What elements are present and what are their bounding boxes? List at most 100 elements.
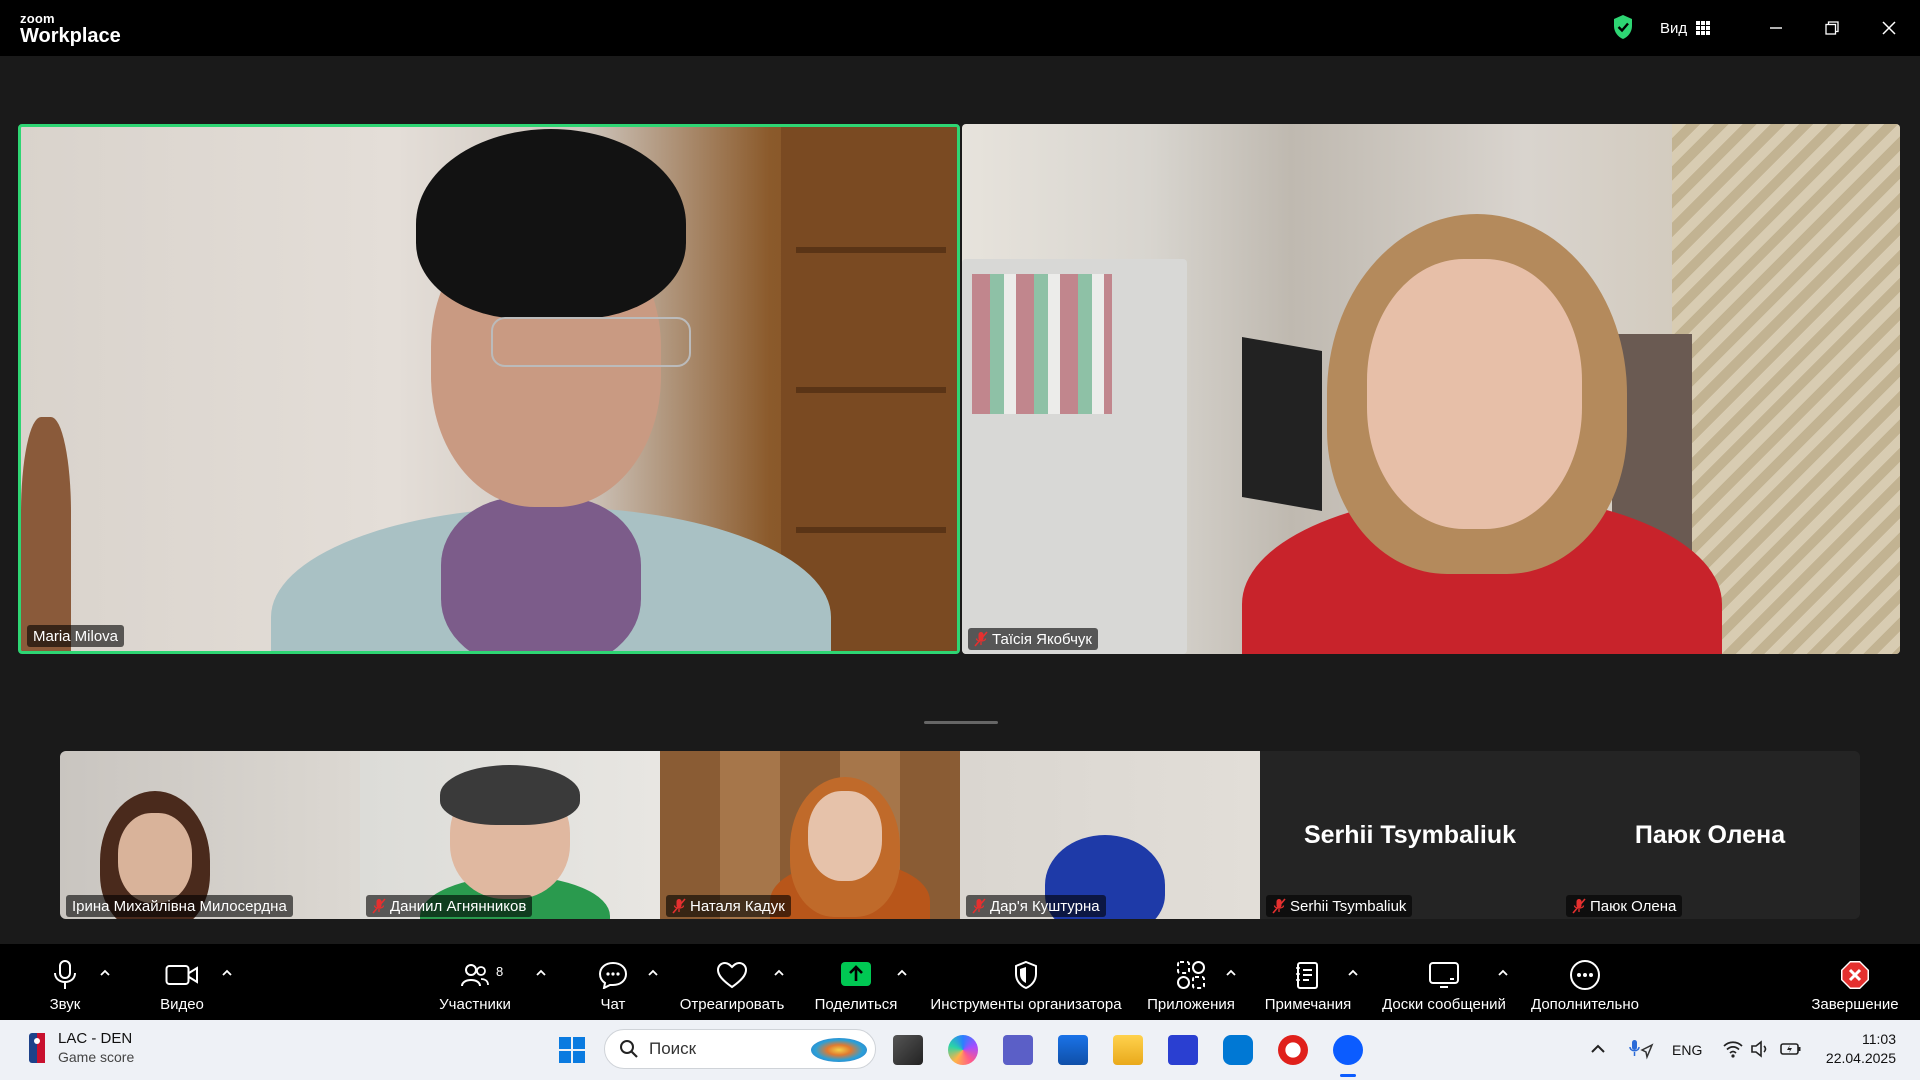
microsoft-store-icon[interactable]	[1058, 1035, 1088, 1065]
shelf-board	[796, 527, 946, 533]
task-view-icon[interactable]	[893, 1035, 923, 1065]
name-tag: Serhii Tsymbaliuk	[1266, 895, 1413, 917]
teams-icon[interactable]	[1003, 1035, 1033, 1065]
participants-label: Участники	[439, 996, 511, 1013]
apps-label: Приложения	[1147, 996, 1235, 1013]
participant-name: Наталя Кадук	[690, 897, 785, 915]
volume-icon[interactable]	[1750, 1040, 1770, 1058]
participant-name: Даниил Агнянников	[390, 897, 527, 915]
participant-name: Ірина Михайлівна Милосердна	[72, 897, 287, 915]
gallery-resize-handle[interactable]	[924, 721, 998, 724]
heart-icon	[716, 961, 748, 989]
windows-taskbar: LAC - DEN Game score Поиск ENG 11:03 22.…	[0, 1020, 1920, 1080]
app-m-icon[interactable]	[1168, 1035, 1198, 1065]
apps-button[interactable]: Приложения	[1145, 944, 1237, 1020]
grid-view-icon	[1696, 21, 1711, 35]
cortana-icon[interactable]	[1223, 1035, 1253, 1065]
apps-options-chevron-up-icon[interactable]	[1224, 966, 1238, 980]
zoom-active-indicator	[1340, 1074, 1356, 1077]
share-screen-button[interactable]: Поделиться	[815, 944, 897, 1020]
participant-name: Serhii Tsymbaliuk	[1290, 897, 1407, 915]
end-meeting-button[interactable]: Завершение	[1810, 944, 1900, 1020]
whiteboards-options-chevron-up-icon[interactable]	[1496, 966, 1510, 980]
strip-tile-olena[interactable]: Паюк Олена Паюк Олена	[1560, 751, 1860, 919]
audio-button[interactable]: Звук	[40, 944, 90, 1020]
audio-options-chevron-up-icon[interactable]	[98, 966, 112, 980]
video-tile-taisiia-yakobchuk[interactable]: Таїсія Якобчук	[962, 124, 1900, 654]
file-explorer-icon[interactable]	[1113, 1035, 1143, 1065]
language-indicator[interactable]: ENG	[1672, 1020, 1702, 1080]
name-tag: Наталя Кадук	[666, 895, 791, 917]
notes-options-chevron-up-icon[interactable]	[1346, 966, 1360, 980]
participants-options-chevron-up-icon[interactable]	[534, 966, 548, 980]
tv	[1242, 336, 1322, 512]
copilot-icon[interactable]	[948, 1035, 978, 1065]
view-button[interactable]: Вид	[1660, 16, 1711, 40]
mic-muted-icon	[1272, 898, 1286, 914]
close-icon	[1882, 21, 1896, 35]
end-meeting-x-icon	[1841, 961, 1869, 989]
restore-button[interactable]	[1818, 14, 1846, 42]
chat-button[interactable]: Чат	[590, 944, 636, 1020]
title-bar: zoom Workplace Вид	[0, 0, 1920, 56]
news-title: LAC - DEN	[58, 1030, 133, 1047]
participant-strip: Ірина Михайлівна Милосердна Даниил Агнян…	[60, 751, 1860, 919]
share-options-chevron-up-icon[interactable]	[895, 966, 909, 980]
chat-bubble-icon	[598, 961, 628, 989]
host-tools-button[interactable]: Инструменты организатора	[928, 944, 1124, 1020]
windows-start-icon[interactable]	[558, 1036, 586, 1064]
clock-date: 22.04.2025	[1825, 1050, 1896, 1066]
participant-name: Паюк Олена	[1590, 897, 1677, 915]
scarf	[441, 497, 641, 651]
video-tile-maria-milova[interactable]: Maria Milova	[18, 124, 960, 654]
host-shield-icon	[1015, 960, 1037, 990]
more-button[interactable]: Дополнительно	[1528, 944, 1642, 1020]
battery-icon[interactable]	[1780, 1040, 1802, 1058]
strip-tile-daniil[interactable]: Даниил Агнянников	[360, 751, 660, 919]
apps-icon	[1177, 961, 1205, 989]
zoom-taskbar-icon[interactable]	[1333, 1035, 1363, 1065]
end-label: Завершение	[1811, 996, 1899, 1013]
view-label: Вид	[1660, 19, 1688, 37]
opera-icon[interactable]	[1278, 1035, 1308, 1065]
news-widget[interactable]: LAC - DEN Game score	[28, 1030, 134, 1065]
mic-muted-icon	[1572, 898, 1586, 914]
name-tag: Таїсія Якобчук	[968, 628, 1098, 650]
strip-tile-natalia[interactable]: Наталя Кадук	[660, 751, 960, 919]
person-hair	[416, 129, 686, 319]
mic-muted-icon	[372, 898, 386, 914]
video-options-chevron-up-icon[interactable]	[220, 966, 234, 980]
strip-tile-daria[interactable]: Дар'я Куштурна	[960, 751, 1260, 919]
participant-display-name: Serhii Tsymbaliuk	[1303, 821, 1517, 849]
tray-mic-location-icon[interactable]	[1628, 1038, 1654, 1060]
tray-chevron-up-icon[interactable]	[1590, 1042, 1606, 1056]
more-dots-icon	[1570, 960, 1600, 990]
taskbar-search-box[interactable]: Поиск	[604, 1029, 876, 1069]
brand-large: Workplace	[20, 25, 121, 47]
strip-tile-iryna[interactable]: Ірина Михайлівна Милосердна	[60, 751, 360, 919]
brand-small: zoom	[20, 11, 55, 26]
react-button[interactable]: Отреагировать	[680, 944, 784, 1020]
wifi-icon[interactable]	[1722, 1040, 1744, 1058]
participants-count: 8	[496, 964, 504, 979]
minimize-icon	[1770, 27, 1782, 29]
person-face	[118, 813, 192, 903]
participants-button[interactable]: Участники	[435, 944, 515, 1020]
whiteboards-button[interactable]: Доски сообщений	[1377, 944, 1511, 1020]
more-label: Дополнительно	[1531, 996, 1639, 1013]
video-button[interactable]: Видео	[155, 944, 209, 1020]
strip-tile-serhii[interactable]: Serhii Tsymbaliuk Serhii Tsymbaliuk	[1260, 751, 1560, 919]
notes-button[interactable]: Примечания	[1262, 944, 1354, 1020]
minimize-button[interactable]	[1762, 14, 1790, 42]
security-shield-icon[interactable]	[1612, 14, 1634, 40]
shelf-board	[796, 247, 946, 253]
participant-display-name: Паюк Олена	[1634, 821, 1786, 849]
zoom-logo: zoom Workplace	[20, 12, 121, 46]
nba-logo-icon	[29, 1032, 45, 1063]
system-clock[interactable]: 11:03 22.04.2025	[1826, 1030, 1896, 1068]
react-options-chevron-up-icon[interactable]	[772, 966, 786, 980]
close-button[interactable]	[1875, 14, 1903, 42]
host-tools-label: Инструменты организатора	[930, 996, 1122, 1013]
glasses	[491, 317, 691, 367]
chat-options-chevron-up-icon[interactable]	[646, 966, 660, 980]
